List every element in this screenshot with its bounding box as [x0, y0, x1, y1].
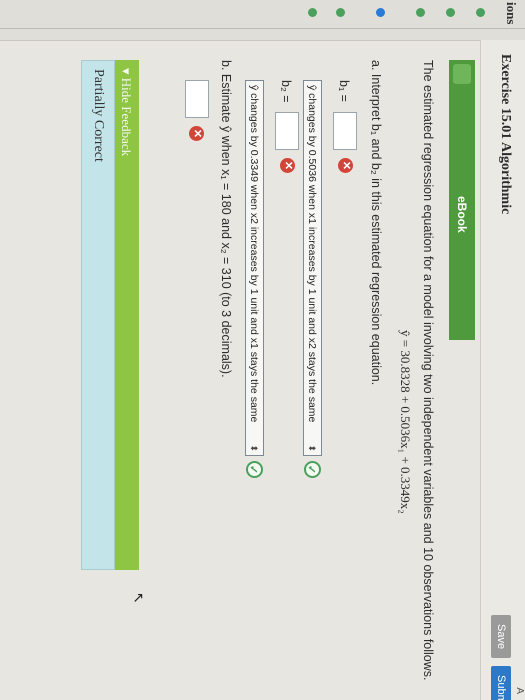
feedback-status: Partially Correct	[91, 69, 106, 162]
b1-answer-field[interactable]	[333, 112, 357, 150]
question-status-dot[interactable]	[476, 8, 485, 17]
question-nav: ions	[0, 0, 525, 41]
estimate-answer-field[interactable]	[185, 80, 209, 118]
ebook-button[interactable]: eBook	[449, 60, 475, 340]
current-question-dot[interactable]	[376, 8, 385, 17]
select-caret-icon: ⬍	[249, 444, 259, 452]
feedback-toggle-label: ▾ Hide Feedback	[119, 68, 134, 157]
question-status-dot[interactable]	[336, 8, 345, 17]
exercise-page: ions Exercise 15.01 Algorithmic Save Sub…	[0, 0, 525, 700]
b2-label: b₂ =	[279, 80, 293, 103]
question-status-dot[interactable]	[308, 8, 317, 17]
b2-select-value: ŷ changes by 0.3349 when x2 increases by…	[248, 85, 260, 423]
mouse-cursor-icon: ↖	[131, 592, 147, 604]
correct-icon: ✓	[246, 461, 263, 478]
question-status-dot[interactable]	[416, 8, 425, 17]
b2-interpretation-select[interactable]: ŷ changes by 0.3349 when x2 increases by…	[245, 80, 264, 456]
book-icon	[453, 64, 471, 84]
incorrect-icon: ✕	[280, 158, 295, 173]
correct-icon: ✓	[304, 461, 321, 478]
part-a-prompt: a. Interpret b₁ and b₂ in this estimated…	[369, 60, 383, 386]
feedback-panel: Partially Correct	[81, 60, 115, 570]
feedback-toggle[interactable]: ▾ Hide Feedback	[115, 60, 139, 570]
ebook-label: eBook	[455, 196, 469, 233]
question-status-dot[interactable]	[446, 8, 455, 17]
regression-equation: ŷ = 30.8328 + 0.5036x₁ + 0.3349x₂	[398, 330, 413, 514]
incorrect-icon: ✕	[338, 158, 353, 173]
b1-interpretation-select[interactable]: ŷ changes by 0.5036 when x1 increases by…	[303, 80, 322, 456]
b2-answer-field[interactable]	[275, 112, 299, 150]
b1-select-value: ŷ changes by 0.5036 when x1 increases by…	[306, 85, 318, 423]
b1-label: b₁ =	[337, 80, 351, 102]
submit-button[interactable]: Submit	[491, 666, 511, 700]
exercise-title: Exercise 15.01 Algorithmic	[498, 54, 513, 215]
nav-divider	[0, 28, 525, 29]
nav-header: ions	[504, 2, 519, 25]
save-button[interactable]: Save	[491, 615, 511, 659]
exercise-header: Exercise 15.01 Algorithmic Save Submit A	[480, 40, 525, 700]
header-corner-text: A	[514, 687, 525, 694]
problem-intro: The estimated regression equation for a …	[421, 60, 435, 681]
part-b-prompt: b. Estimate ŷ when x₁ = 180 and x₂ = 310…	[219, 60, 233, 378]
incorrect-icon: ✕	[189, 126, 204, 141]
select-caret-icon: ⬍	[307, 444, 317, 452]
